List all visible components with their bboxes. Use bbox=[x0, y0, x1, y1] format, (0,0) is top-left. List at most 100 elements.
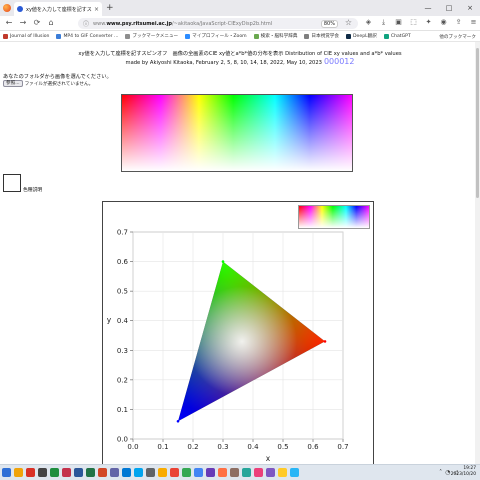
tab-bar: xy値を入力して座標を記すスピンオフ × + — □ × bbox=[0, 0, 480, 16]
y-tick-label: 0.7 bbox=[117, 229, 128, 237]
start-button[interactable] bbox=[2, 468, 11, 477]
firefox-logo-icon[interactable] bbox=[3, 4, 11, 12]
taskbar-app-icon[interactable] bbox=[170, 468, 179, 477]
x-tick-label: 0.7 bbox=[337, 443, 348, 451]
site-info-icon[interactable]: ⓘ bbox=[83, 19, 89, 28]
taskbar-app-icon[interactable] bbox=[266, 468, 275, 477]
primary-vertex-point bbox=[323, 340, 327, 343]
y-tick-label: 0.1 bbox=[117, 406, 128, 414]
primary-vertex-point bbox=[176, 419, 180, 423]
y-tick-label: 0.5 bbox=[117, 288, 128, 296]
url-prefix: www. bbox=[93, 20, 107, 27]
bookmark-item[interactable]: DeepL翻訳 bbox=[346, 33, 377, 39]
other-bookmarks-folder[interactable]: 他のブックマーク bbox=[439, 34, 476, 40]
bookmark-label: Journal of Illusion bbox=[10, 33, 50, 39]
taskbar-app-icon[interactable] bbox=[290, 468, 299, 477]
bookmark-label: ブックマークメニュー bbox=[132, 34, 179, 39]
extensions-icon[interactable]: ▣ bbox=[394, 18, 403, 27]
taskbar-app-icon[interactable] bbox=[50, 468, 59, 477]
system-clock[interactable]: 19:27 2023/10/20 bbox=[446, 466, 476, 478]
taskbar-app-icon[interactable] bbox=[254, 468, 263, 477]
screenshot-icon[interactable]: ⬚ bbox=[409, 18, 418, 27]
toolbar-icons: ◈ ⤓ ▣ ⬚ ✦ ◉ ⇪ ≡ bbox=[364, 18, 478, 27]
taskbar-app-icon[interactable] bbox=[278, 468, 287, 477]
taskbar-app-icon[interactable] bbox=[206, 468, 215, 477]
bookmark-star-icon[interactable]: ☆ bbox=[345, 18, 352, 27]
cie-xy-plot-frame: 0.0 0.1 0.2 0.3 0.4 0.5 0.6 0.7 0.0 0.1 0.2 0.3 0.4 0… bbox=[102, 201, 374, 471]
page-credit: made by Akiyoshi Kitaoka, February 2, 5,… bbox=[125, 60, 322, 66]
taskbar-app-icon[interactable] bbox=[218, 468, 227, 477]
page-favicon-icon bbox=[17, 6, 23, 12]
primary-vertex-point bbox=[221, 260, 225, 263]
red-gradient-block bbox=[122, 95, 199, 171]
bookmarks-toolbar: Journal of Illusion MP4 to GIF Converter… bbox=[0, 31, 480, 42]
taskbar-app-icon[interactable] bbox=[74, 468, 83, 477]
page-scrollbar[interactable] bbox=[475, 42, 480, 464]
bookmark-favicon-icon bbox=[253, 33, 259, 39]
account-icon[interactable]: ◉ bbox=[439, 18, 448, 27]
minimize-button[interactable]: — bbox=[418, 0, 438, 16]
taskbar-app-icon[interactable] bbox=[86, 468, 95, 477]
shield-icon[interactable]: ◈ bbox=[364, 18, 373, 27]
taskbar-app-icon[interactable] bbox=[182, 468, 191, 477]
new-tab-button[interactable]: + bbox=[106, 2, 114, 14]
taskbar-app-icon[interactable] bbox=[134, 468, 143, 477]
y-axis-label: y bbox=[107, 316, 112, 325]
menu-icon[interactable]: ≡ bbox=[469, 18, 478, 27]
maximize-button[interactable]: □ bbox=[439, 0, 459, 16]
cie-xy-chart: 0.0 0.1 0.2 0.3 0.4 0.5 0.6 0.7 0.0 0.1 0.2 0.3 0.4 0… bbox=[107, 229, 349, 464]
chevron-up-icon[interactable]: ˄ bbox=[439, 469, 442, 476]
taskbar-app-icon[interactable] bbox=[110, 468, 119, 477]
taskbar-app-icon[interactable] bbox=[98, 468, 107, 477]
back-icon[interactable]: ← bbox=[4, 18, 14, 28]
y-tick-label: 0.3 bbox=[117, 347, 128, 355]
y-tick-label: 0.6 bbox=[117, 258, 129, 266]
taskbar-app-icon[interactable] bbox=[146, 468, 155, 477]
y-tick-label: 0.2 bbox=[117, 376, 128, 384]
taskbar-app-icon[interactable] bbox=[14, 468, 23, 477]
bookmark-item[interactable]: ブックマークメニュー bbox=[125, 33, 178, 39]
file-input[interactable]: 参照... ファイルが選択されていません。 bbox=[3, 80, 93, 87]
bookmark-item[interactable]: ChatGPT bbox=[383, 33, 411, 39]
bookmark-item[interactable]: 日本視覚学会 bbox=[304, 33, 339, 39]
windows-taskbar: ˄ ◔ ◁ 19:27 2023/10/20 bbox=[0, 464, 480, 480]
tab-active[interactable]: xy値を入力して座標を記すスピンオフ × bbox=[14, 2, 102, 16]
bookmark-item[interactable]: マイプロフィール・Zoom bbox=[185, 33, 247, 39]
forward-icon[interactable]: → bbox=[18, 18, 28, 28]
taskbar-app-icon[interactable] bbox=[26, 468, 35, 477]
download-icon[interactable]: ⤓ bbox=[379, 18, 388, 27]
green-gradient-block bbox=[198, 95, 276, 171]
x-tick-label: 0.2 bbox=[187, 443, 198, 451]
taskbar-app-icon[interactable] bbox=[158, 468, 167, 477]
bookmark-item[interactable]: MP4 to GIF Converter ... bbox=[56, 33, 118, 39]
share-icon[interactable]: ⇪ bbox=[454, 18, 463, 27]
folder-icon bbox=[125, 33, 131, 39]
reload-icon[interactable]: ⟳ bbox=[32, 18, 42, 28]
taskbar-app-icon[interactable] bbox=[38, 468, 47, 477]
bookmark-item[interactable]: 検索・脳科学辞典 bbox=[253, 33, 297, 39]
bookmark-label: DeepL翻訳 bbox=[353, 34, 377, 39]
scrollbar-thumb[interactable] bbox=[476, 48, 479, 198]
page-header: xy値を入力して座標を記すスピンオフ 画像の全画素のCIE xy値とa*b*値の… bbox=[0, 51, 480, 67]
tab-close-icon[interactable]: × bbox=[94, 6, 99, 13]
taskbar-app-icon[interactable] bbox=[122, 468, 131, 477]
bookmark-label: 日本視覚学会 bbox=[311, 34, 339, 39]
close-window-button[interactable]: × bbox=[460, 0, 480, 16]
x-axis-label: x bbox=[266, 454, 271, 463]
browse-button[interactable]: 参照... bbox=[3, 80, 23, 87]
clock-date: 2023/10/20 bbox=[450, 472, 476, 477]
puzzle-icon[interactable]: ✦ bbox=[424, 18, 433, 27]
color-swatch bbox=[3, 174, 21, 192]
taskbar-app-icon[interactable] bbox=[194, 468, 203, 477]
taskbar-app-icon[interactable] bbox=[230, 468, 239, 477]
taskbar-app-icon[interactable] bbox=[62, 468, 71, 477]
taskbar-app-icon[interactable] bbox=[242, 468, 251, 477]
bookmark-label: ChatGPT bbox=[390, 33, 411, 39]
x-tick-label: 0.4 bbox=[247, 443, 259, 451]
x-tick-label: 0.1 bbox=[157, 443, 168, 451]
taskbar-apps bbox=[2, 468, 299, 477]
address-bar[interactable]: ⓘ www. www.psy.ritsumei.ac.jp/~akitaoka/J… bbox=[78, 18, 358, 29]
bookmark-item[interactable]: Journal of Illusion bbox=[3, 33, 50, 39]
zoom-level-button[interactable]: 80% bbox=[320, 20, 338, 28]
home-icon[interactable]: ⌂ bbox=[46, 18, 56, 28]
